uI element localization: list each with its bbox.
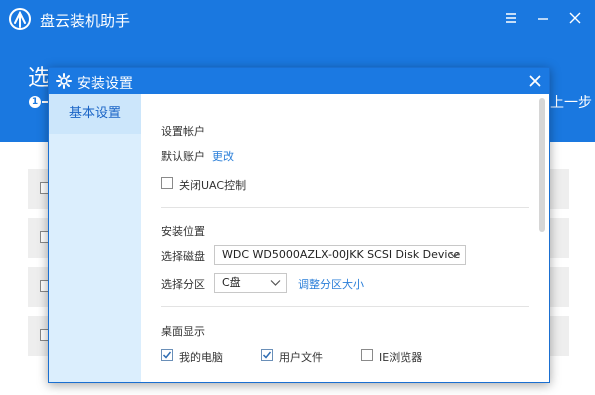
divider (161, 207, 529, 208)
step-title: 选 (28, 66, 51, 91)
dialog-close-icon[interactable] (527, 73, 543, 89)
menu-icon[interactable] (501, 8, 521, 28)
desktop-section-title: 桌面显示 (161, 325, 205, 338)
disk-select[interactable]: WDC WD5000AZLX-00JKK SCSI Disk Device (214, 245, 466, 265)
disk-select-value: WDC WD5000AZLX-00JKK SCSI Disk Device (222, 248, 461, 261)
app-title: 盘云装机助手 (40, 12, 131, 30)
select-disk-label: 选择磁盘 (161, 250, 205, 263)
install-settings-dialog: 安装设置 基本设置 设置帐户 默认账户 更改 关闭UAC控制 安装位置 选择磁盘… (48, 67, 550, 383)
chevron-down-icon (449, 252, 460, 258)
divider (161, 306, 529, 307)
sidebar-item-basic-settings[interactable]: 基本设置 (49, 94, 141, 134)
default-account-label: 默认账户 (161, 150, 205, 163)
step-number-badge: 1 (29, 96, 41, 108)
gear-icon (56, 73, 72, 89)
chevron-down-icon (270, 280, 281, 286)
dialog-title: 安装设置 (77, 76, 133, 92)
disable-uac-label: 关闭UAC控制 (179, 179, 247, 192)
dialog-sidebar: 基本设置 (49, 94, 141, 382)
partition-select-value: C盘 (222, 276, 241, 289)
dialog-content: 设置帐户 默认账户 更改 关闭UAC控制 安装位置 选择磁盘 WDC WD500… (141, 94, 549, 382)
my-computer-label: 我的电脑 (179, 351, 223, 364)
ie-browser-label: IE浏览器 (379, 351, 423, 364)
partition-select[interactable]: C盘 (214, 273, 287, 293)
close-icon[interactable] (565, 8, 585, 28)
change-account-link[interactable]: 更改 (212, 148, 234, 164)
user-files-checkbox[interactable] (261, 349, 273, 361)
install-location-section-title: 安装位置 (161, 225, 205, 238)
app-logo-icon (9, 8, 31, 30)
dialog-titlebar: 安装设置 (49, 68, 549, 94)
checkmark-icon (262, 351, 272, 359)
checkmark-icon (162, 351, 172, 359)
disable-uac-checkbox[interactable] (161, 177, 173, 189)
resize-partition-link[interactable]: 调整分区大小 (298, 276, 364, 292)
ie-browser-checkbox[interactable] (361, 349, 373, 361)
select-partition-label: 选择分区 (161, 278, 205, 291)
my-computer-checkbox[interactable] (161, 349, 173, 361)
dialog-scrollbar[interactable] (539, 98, 545, 232)
minimize-icon[interactable] (533, 8, 553, 28)
account-section-title: 设置帐户 (161, 125, 205, 138)
user-files-label: 用户文件 (279, 351, 323, 364)
prev-step-button[interactable]: 上一步 (550, 92, 592, 112)
